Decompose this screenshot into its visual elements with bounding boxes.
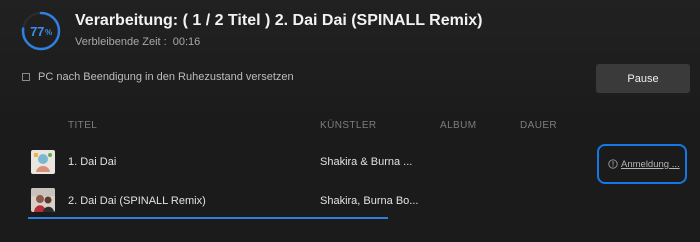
remaining-time: Verbleibende Zeit : 00:16 bbox=[75, 36, 200, 48]
row-title: 2. Dai Dai (SPINALL Remix) bbox=[68, 195, 206, 207]
row-artist: Shakira, Burna Bo... bbox=[320, 195, 419, 207]
sleep-after-finish-label: PC nach Beendigung in den Ruhezustand ve… bbox=[38, 71, 294, 83]
info-circle-icon bbox=[608, 159, 618, 169]
remaining-time-value: 00:16 bbox=[172, 36, 201, 48]
column-header-artist[interactable]: KÜNSTLER bbox=[320, 120, 377, 131]
sleep-after-finish-option[interactable]: PC nach Beendigung in den Ruhezustand ve… bbox=[22, 71, 294, 83]
album-art-icon bbox=[31, 188, 55, 212]
pause-button[interactable]: Pause bbox=[596, 64, 690, 93]
table-row[interactable]: 2. Dai Dai (SPINALL Remix) Shakira, Burn… bbox=[0, 181, 700, 219]
column-header-duration[interactable]: DAUER bbox=[520, 120, 557, 131]
column-header-album[interactable]: ALBUM bbox=[440, 120, 476, 131]
row-artist: Shakira & Burna ... bbox=[320, 156, 413, 168]
processing-title: Verarbeitung: ( 1 / 2 Titel ) 2. Dai Dai… bbox=[75, 12, 483, 29]
sleep-after-finish-checkbox[interactable] bbox=[22, 73, 30, 81]
current-track-indicator bbox=[28, 217, 388, 219]
login-required-link[interactable]: Anmeldung ... bbox=[597, 144, 687, 184]
row-title: 1. Dai Dai bbox=[68, 156, 117, 168]
login-required-label[interactable]: Anmeldung ... bbox=[621, 159, 680, 170]
progress-ring: 77% bbox=[20, 10, 62, 52]
table-row[interactable]: 1. Dai Dai Shakira & Burna ... bbox=[0, 142, 700, 180]
progress-percent: 77% bbox=[20, 10, 62, 52]
remaining-time-label: Verbleibende Zeit : bbox=[75, 36, 167, 48]
column-header-title[interactable]: TITEL bbox=[68, 120, 97, 131]
progress-number: 77 bbox=[30, 23, 45, 39]
progress-unit: % bbox=[45, 28, 52, 37]
album-art-icon bbox=[31, 150, 55, 174]
